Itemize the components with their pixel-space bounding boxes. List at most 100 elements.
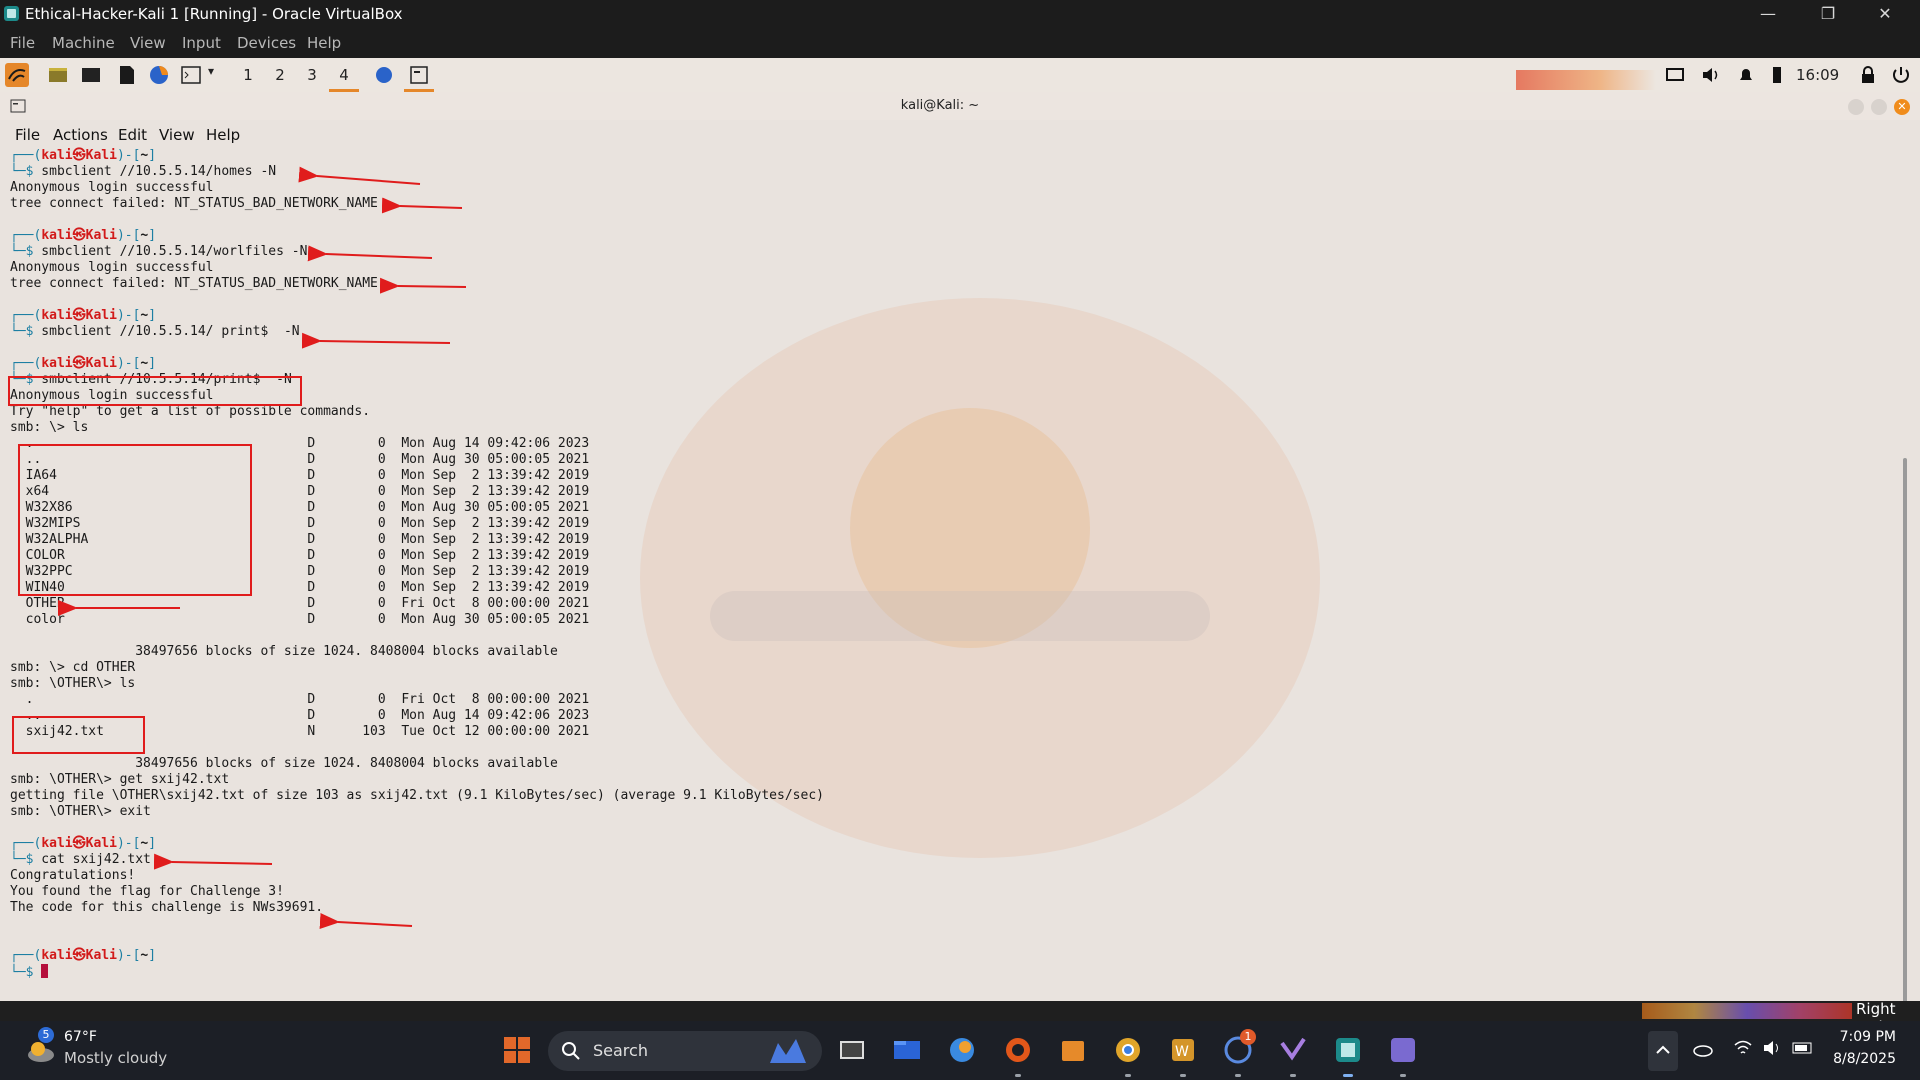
battery-icon[interactable] xyxy=(1766,64,1788,86)
onedrive-icon[interactable] xyxy=(1692,1041,1714,1057)
workspace-4[interactable]: 4 xyxy=(329,58,359,92)
minimize-button[interactable]: — xyxy=(1745,2,1791,26)
copilot-icon[interactable] xyxy=(947,1035,977,1065)
restore-button[interactable]: ❐ xyxy=(1805,2,1851,26)
task-view-icon[interactable] xyxy=(837,1035,867,1065)
prompt-open: ┌──( xyxy=(10,836,42,851)
svg-text:W: W xyxy=(1175,1044,1189,1060)
menu-machine[interactable]: Machine xyxy=(52,34,115,52)
command-text: smbclient //10.5.5.14/worlfiles -N xyxy=(33,244,308,259)
text-editor-icon[interactable] xyxy=(116,64,138,86)
prompt-user-host: kali㉿Kali xyxy=(41,948,117,963)
prompt-user-host: kali㉿Kali xyxy=(41,836,117,851)
terminal-maximize-button[interactable] xyxy=(1871,99,1887,115)
terminal-window-icon[interactable] xyxy=(408,64,430,86)
terminal-close-button[interactable]: ✕ xyxy=(1894,99,1910,115)
weather-temp[interactable]: 67°F xyxy=(64,1029,97,1045)
edge-icon[interactable] xyxy=(1003,1035,1033,1065)
prompt-bracket: )-[ xyxy=(116,308,141,323)
screen-icon[interactable] xyxy=(1664,64,1686,86)
command-line: └─$ cat sxij42.txt xyxy=(10,852,151,868)
store-icon[interactable] xyxy=(1058,1035,1088,1065)
term-menu-actions[interactable]: Actions xyxy=(53,126,108,144)
menu-file[interactable]: File xyxy=(10,34,35,52)
prompt-bracket-close: ] xyxy=(148,356,157,371)
chrome-icon[interactable] xyxy=(1113,1035,1143,1065)
workspace-2[interactable]: 2 xyxy=(265,58,295,92)
output-line: Try "help" to get a list of possible com… xyxy=(10,404,371,419)
terminal-scrollbar[interactable] xyxy=(1903,458,1907,1021)
show-desktop-icon[interactable] xyxy=(47,64,69,86)
menu-devices[interactable]: Devices xyxy=(237,34,296,52)
workspace-1[interactable]: 1 xyxy=(233,58,263,92)
prompt-bracket: )-[ xyxy=(116,356,141,371)
kali-menu-icon[interactable] xyxy=(5,63,29,87)
output-line: Anonymous login successful xyxy=(10,180,214,195)
workspace-3[interactable]: 3 xyxy=(297,58,327,92)
battery-charging-icon[interactable] xyxy=(1792,1041,1814,1055)
prompt-open: ┌──( xyxy=(10,356,42,371)
virtualbox-statusbar: Right Ctrl xyxy=(0,1000,1920,1036)
power-icon[interactable] xyxy=(1890,64,1912,86)
term-menu-help[interactable]: Help xyxy=(206,126,240,144)
snipping-taskbar-icon[interactable] xyxy=(1388,1035,1418,1065)
menu-input[interactable]: Input xyxy=(182,34,221,52)
file-explorer-icon[interactable] xyxy=(892,1035,922,1065)
prompt-user-host: kali㉿Kali xyxy=(41,228,117,243)
terminal-titlebar: kali@Kali: ~ ✕ xyxy=(0,92,1920,120)
term-menu-file[interactable]: File xyxy=(15,126,40,144)
terminal-title: kali@Kali: ~ xyxy=(900,98,980,113)
status-device-icons[interactable] xyxy=(1642,1003,1852,1019)
prompt-open: ┌──( xyxy=(10,148,42,163)
close-button[interactable]: ✕ xyxy=(1862,2,1908,26)
prompt-bracket: )-[ xyxy=(116,948,141,963)
prompt-line: ┌──(kali㉿Kali)-[~] xyxy=(10,228,156,244)
taskbar-search[interactable]: Search xyxy=(548,1031,822,1071)
chevron-down-icon[interactable]: ▾ xyxy=(208,64,214,78)
speaker-icon[interactable] xyxy=(1762,1039,1782,1057)
terminal-icon[interactable] xyxy=(180,64,202,86)
prompt-dollar: └─$ xyxy=(10,244,34,259)
panel-clock[interactable]: 16:09 xyxy=(1796,66,1839,84)
volume-icon[interactable] xyxy=(1700,64,1722,86)
start-icon[interactable] xyxy=(502,1035,532,1065)
annotation-box-flag-file xyxy=(12,716,145,754)
output-line: color D 0 Mon Aug 30 05:00:05 2021 xyxy=(10,612,590,627)
system-date[interactable]: 8/8/2025 xyxy=(1826,1051,1896,1067)
whatsapp-badge: 1 xyxy=(1240,1029,1256,1045)
prompt-bracket-close: ] xyxy=(148,308,157,323)
term-menu-view[interactable]: View xyxy=(159,126,195,144)
tray-overflow-button[interactable] xyxy=(1648,1031,1678,1071)
terminal-output[interactable]: ┌──(kali㉿Kali)-[~] └─$ smbclient //10.5.5… xyxy=(10,148,1890,1018)
prompt-user-host: kali㉿Kali xyxy=(41,356,117,371)
edge-running-indicator xyxy=(1015,1074,1021,1077)
lock-icon[interactable] xyxy=(1857,64,1879,86)
terminal-minimize-button[interactable] xyxy=(1848,99,1864,115)
visual-studio-icon[interactable] xyxy=(1278,1035,1308,1065)
terminal-menubar: File Actions Edit View Help xyxy=(0,120,1920,148)
output-line: smb: \> cd OTHER xyxy=(10,660,136,675)
snipping-running-indicator xyxy=(1400,1074,1406,1077)
weather-desc[interactable]: Mostly cloudy xyxy=(64,1049,167,1067)
virtualbox-icon xyxy=(4,6,19,21)
menu-help[interactable]: Help xyxy=(307,34,341,52)
prompt-bracket-close: ] xyxy=(148,948,157,963)
vs-running-indicator xyxy=(1290,1074,1296,1077)
system-time[interactable]: 7:09 PM xyxy=(1836,1029,1896,1045)
wifi-icon[interactable] xyxy=(1733,1039,1753,1057)
notification-bell-icon[interactable] xyxy=(1735,64,1757,86)
prompt-bracket: )-[ xyxy=(116,148,141,163)
virtualbox-running-indicator xyxy=(1343,1074,1353,1077)
prompt-dollar: └─$ xyxy=(10,324,34,339)
menu-view[interactable]: View xyxy=(130,34,166,52)
prompt-user-host: kali㉿Kali xyxy=(41,148,117,163)
term-menu-edit[interactable]: Edit xyxy=(118,126,147,144)
prompt-dollar: └─$ xyxy=(10,965,34,980)
firefox-window-icon[interactable] xyxy=(373,64,395,86)
chevron-up-icon xyxy=(1656,1045,1670,1054)
firefox-icon[interactable] xyxy=(148,64,170,86)
command-line: └─$ smbclient //10.5.5.14/homes -N xyxy=(10,164,276,180)
word-icon[interactable]: W xyxy=(1168,1035,1198,1065)
file-manager-icon[interactable] xyxy=(80,64,102,86)
virtualbox-taskbar-icon[interactable] xyxy=(1333,1035,1363,1065)
